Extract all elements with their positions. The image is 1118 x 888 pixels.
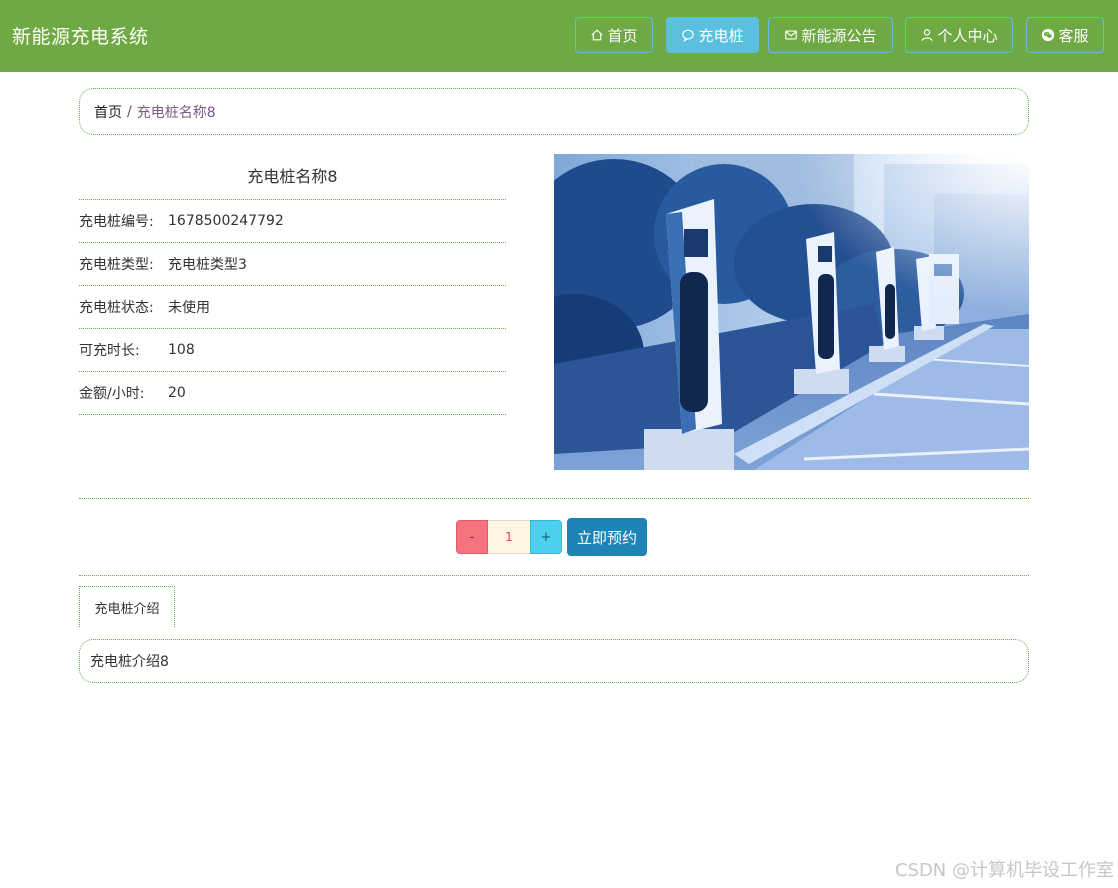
nav-home-button[interactable]: 首页	[575, 17, 653, 53]
detail-label: 充电桩类型:	[79, 257, 154, 273]
nav-charging-pile-button[interactable]: 充电桩	[666, 17, 759, 53]
nav-personal-center-button[interactable]: 个人中心	[905, 17, 1013, 53]
nav-customer-service-button[interactable]: 客服	[1026, 17, 1104, 53]
top-navbar: 新能源充电系统 首页 充电桩 新能源公告 个人中心 客服	[0, 0, 1118, 72]
tab-introduction[interactable]: 充电桩介绍	[79, 586, 175, 627]
detail-value: 1678500247792	[168, 213, 284, 229]
detail-value: 20	[168, 385, 186, 401]
user-icon	[922, 29, 933, 41]
detail-row-number: 充电桩编号: 1678500247792	[79, 200, 506, 243]
charging-pile-photo	[554, 154, 1029, 470]
nav-charging-pile-label: 充电桩	[698, 26, 744, 45]
mail-icon	[785, 30, 798, 40]
quantity-stepper: - +	[456, 520, 562, 554]
detail-row-price: 金额/小时: 20	[79, 372, 506, 415]
detail-row-duration: 可充时长: 108	[79, 329, 506, 372]
detail-label: 充电桩编号:	[79, 214, 154, 230]
home-icon	[591, 29, 604, 41]
charging-pile-title: 充电桩名称8	[79, 154, 506, 200]
increase-button[interactable]: +	[530, 520, 562, 554]
quantity-input[interactable]	[488, 520, 530, 554]
nav-personal-center-label: 个人中心	[937, 26, 998, 45]
watermark-text: CSDN @计算机毕设工作室	[894, 860, 1114, 881]
decrease-button[interactable]: -	[456, 520, 488, 554]
detail-row-type: 充电桩类型: 充电桩类型3	[79, 243, 506, 286]
chat-icon	[682, 29, 695, 42]
detail-label: 可充时长:	[79, 343, 140, 359]
breadcrumb-current: 充电桩名称8	[136, 104, 216, 121]
section-divider	[79, 498, 1029, 499]
breadcrumb-home-link[interactable]: 首页	[94, 102, 122, 122]
detail-label: 充电桩状态:	[79, 300, 154, 316]
section-divider	[79, 575, 1029, 576]
site-brand[interactable]: 新能源充电系统	[12, 22, 149, 49]
detail-value: 未使用	[168, 300, 210, 316]
nav-customer-service-label: 客服	[1058, 26, 1089, 45]
detail-label: 金额/小时:	[79, 386, 145, 402]
breadcrumb-separator: /	[127, 103, 132, 120]
reserve-now-button[interactable]: 立即预约	[567, 518, 647, 556]
nav-announcement-label: 新能源公告	[801, 26, 877, 45]
nav-home-label: 首页	[607, 26, 638, 45]
detail-value: 108	[168, 342, 195, 358]
detail-value: 充电桩类型3	[168, 257, 247, 273]
detail-row-status: 充电桩状态: 未使用	[79, 286, 506, 329]
charging-pile-details: 充电桩名称8 充电桩编号: 1678500247792 充电桩类型: 充电桩类型…	[79, 154, 506, 415]
nav-announcement-button[interactable]: 新能源公告	[768, 17, 893, 53]
wechat-icon	[1042, 28, 1055, 42]
breadcrumb: 首页 / 充电桩名称8	[79, 88, 1029, 135]
tab-content-introduction: 充电桩介绍8	[79, 639, 1029, 683]
